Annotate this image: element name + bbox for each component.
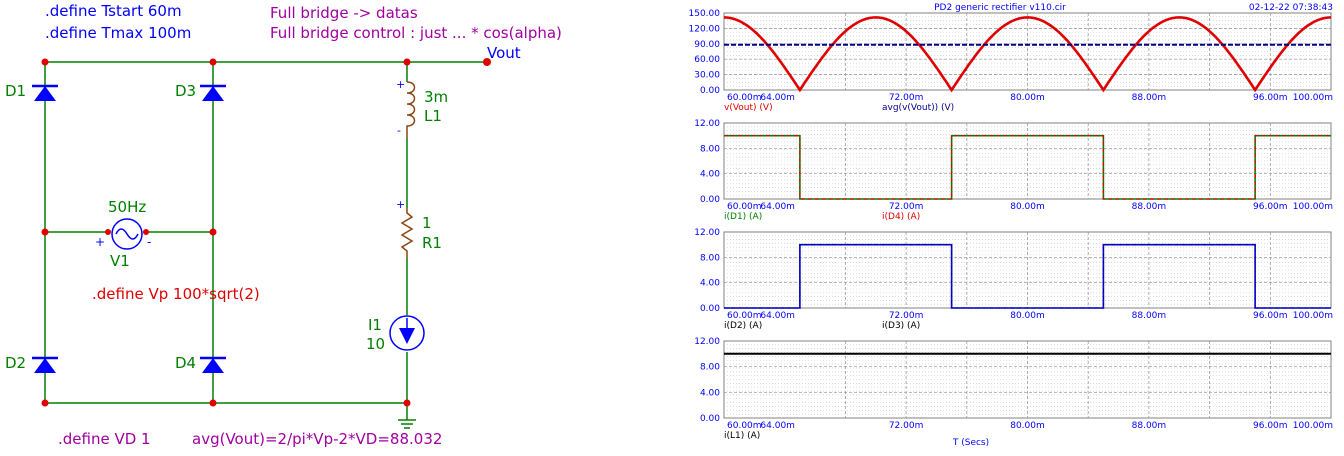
source-name: V1 bbox=[110, 252, 130, 270]
diode-d1[interactable] bbox=[32, 84, 58, 101]
x-tick-label: 64.00m bbox=[760, 202, 795, 212]
x-tick-label: 60.00m bbox=[727, 421, 762, 431]
y-tick-label: 120.00 bbox=[689, 24, 721, 34]
plot-timestamp: 02-12-22 07:38:43 bbox=[1249, 3, 1333, 13]
y-tick-label: 8.00 bbox=[700, 363, 720, 373]
x-tick-label: 88.00m bbox=[1132, 421, 1167, 431]
x-tick-label: 88.00m bbox=[1132, 311, 1167, 321]
diode-d1-label: D1 bbox=[5, 82, 26, 100]
resistor-name: R1 bbox=[422, 234, 442, 252]
x-tick-label: 96.00m bbox=[1253, 93, 1288, 103]
diode-d3-label: D3 bbox=[175, 82, 196, 100]
resistor-value: 1 bbox=[422, 214, 432, 232]
ground-symbol bbox=[398, 419, 416, 429]
note-datas: Full bridge -> datas bbox=[270, 4, 418, 22]
x-tick-label: 60.00m bbox=[727, 93, 762, 103]
x-tick-label: 64.00m bbox=[760, 93, 795, 103]
y-tick-label: 0.00 bbox=[700, 86, 720, 96]
diode-d3[interactable] bbox=[200, 84, 226, 101]
x-tick-label: 80.00m bbox=[1010, 202, 1045, 212]
resistor-plus: + bbox=[396, 198, 405, 211]
plot-title: PD2 generic rectifier v110.cir bbox=[934, 3, 1066, 13]
y-tick-label: 60.00 bbox=[694, 55, 720, 65]
plot-panel-1[interactable]: 150.00 120.00 90.00 60.00 30.00 0.00 60.00m64.… bbox=[689, 9, 1334, 113]
source-plus: + bbox=[95, 235, 105, 249]
source-minus: - bbox=[147, 235, 151, 249]
x-tick-label: 80.00m bbox=[1010, 93, 1045, 103]
legend-entry: i(D2) (A) bbox=[724, 321, 762, 331]
source-frequency: 50Hz bbox=[108, 198, 146, 216]
legend-entry: i(D4) (A) bbox=[882, 212, 920, 222]
x-tick-label: 96.00m bbox=[1253, 421, 1288, 431]
define-tstart: .define Tstart 60m bbox=[45, 2, 182, 20]
diode-d2[interactable] bbox=[32, 356, 58, 373]
y-tick-label: 0.00 bbox=[700, 304, 720, 314]
ac-source-v1[interactable] bbox=[111, 218, 143, 250]
x-tick-label: 60.00m bbox=[727, 202, 762, 212]
y-tick-label: 8.00 bbox=[700, 144, 720, 154]
define-tmax: .define Tmax 100m bbox=[45, 24, 191, 42]
x-tick-label: 100.00m bbox=[1293, 421, 1333, 431]
x-tick-label: 88.00m bbox=[1132, 93, 1167, 103]
plot-panel-4[interactable]: 12.00 8.00 4.00 0.00 60.00m64.00m 72.00m 80.00… bbox=[694, 337, 1333, 441]
inductor-l1[interactable] bbox=[406, 81, 416, 138]
legend-entry: i(L1) (A) bbox=[724, 431, 760, 441]
plot-area[interactable]: PD2 generic rectifier v110.cir 02-12-22 … bbox=[660, 0, 1344, 456]
x-tick-label: 72.00m bbox=[889, 202, 924, 212]
y-tick-label: 150.00 bbox=[689, 9, 721, 19]
vout-label: Vout bbox=[487, 44, 521, 62]
avg-formula: avg(Vout)=2/pi*Vp-2*VD=88.032 bbox=[192, 430, 442, 448]
legend-entry: i(D3) (A) bbox=[882, 321, 920, 331]
x-tick-label: 72.00m bbox=[889, 93, 924, 103]
x-tick-label: 100.00m bbox=[1293, 93, 1333, 103]
define-vp: .define Vp 100*sqrt(2) bbox=[92, 285, 260, 303]
x-tick-label: 80.00m bbox=[1010, 421, 1045, 431]
y-tick-label: 90.00 bbox=[694, 40, 720, 50]
y-tick-label: 4.00 bbox=[700, 388, 720, 398]
resistor-r1[interactable] bbox=[400, 208, 414, 258]
y-tick-label: 0.00 bbox=[700, 195, 720, 205]
x-tick-label: 100.00m bbox=[1293, 202, 1333, 212]
current-source-name: I1 bbox=[368, 316, 382, 334]
y-tick-label: 12.00 bbox=[694, 337, 720, 347]
inductor-plus: + bbox=[396, 78, 405, 91]
y-tick-label: 0.00 bbox=[700, 414, 720, 424]
x-tick-label: 88.00m bbox=[1132, 202, 1167, 212]
x-tick-label: 100.00m bbox=[1293, 311, 1333, 321]
legend-entry: v(Vout) (V) bbox=[724, 103, 773, 113]
define-vd: .define VD 1 bbox=[58, 430, 151, 448]
wires bbox=[44, 61, 487, 420]
y-tick-label: 8.00 bbox=[700, 253, 720, 263]
inductor-name: L1 bbox=[424, 107, 442, 125]
x-axis-label: T (Secs) bbox=[952, 438, 989, 448]
plot-panel-3[interactable]: 12.00 8.00 4.00 0.00 60.00m64.00m 72.00m 80.00… bbox=[694, 228, 1333, 331]
x-tick-label: 64.00m bbox=[760, 421, 795, 431]
x-tick-label: 64.00m bbox=[760, 311, 795, 321]
x-tick-label: 72.00m bbox=[889, 421, 924, 431]
y-tick-label: 4.00 bbox=[700, 279, 720, 289]
x-tick-label: 96.00m bbox=[1253, 311, 1288, 321]
note-control: Full bridge control : just ... * cos(alp… bbox=[270, 24, 562, 42]
y-tick-label: 30.00 bbox=[694, 71, 720, 81]
diode-d4-label: D4 bbox=[175, 354, 196, 372]
legend-entry: i(D1) (A) bbox=[724, 212, 762, 222]
y-tick-label: 12.00 bbox=[694, 228, 720, 238]
y-tick-label: 4.00 bbox=[700, 170, 720, 180]
x-tick-label: 80.00m bbox=[1010, 311, 1045, 321]
current-source-value: 10 bbox=[366, 335, 385, 353]
x-tick-label: 72.00m bbox=[889, 311, 924, 321]
legend-entry: avg(v(Vout)) (V) bbox=[882, 103, 954, 113]
current-source-i1[interactable] bbox=[389, 315, 425, 351]
diode-d2-label: D2 bbox=[5, 354, 26, 372]
diode-d4[interactable] bbox=[200, 356, 226, 373]
plot-panel-2[interactable]: 12.00 8.00 4.00 0.00 60.00m64.00m 72.00m 80.00… bbox=[694, 119, 1333, 222]
inductor-value: 3m bbox=[424, 88, 448, 106]
x-tick-label: 60.00m bbox=[727, 311, 762, 321]
inductor-minus: - bbox=[397, 124, 401, 137]
x-tick-label: 96.00m bbox=[1253, 202, 1288, 212]
schematic-canvas[interactable]: .define Tstart 60m .define Tmax 100m Ful… bbox=[0, 0, 660, 456]
y-tick-label: 12.00 bbox=[694, 119, 720, 129]
